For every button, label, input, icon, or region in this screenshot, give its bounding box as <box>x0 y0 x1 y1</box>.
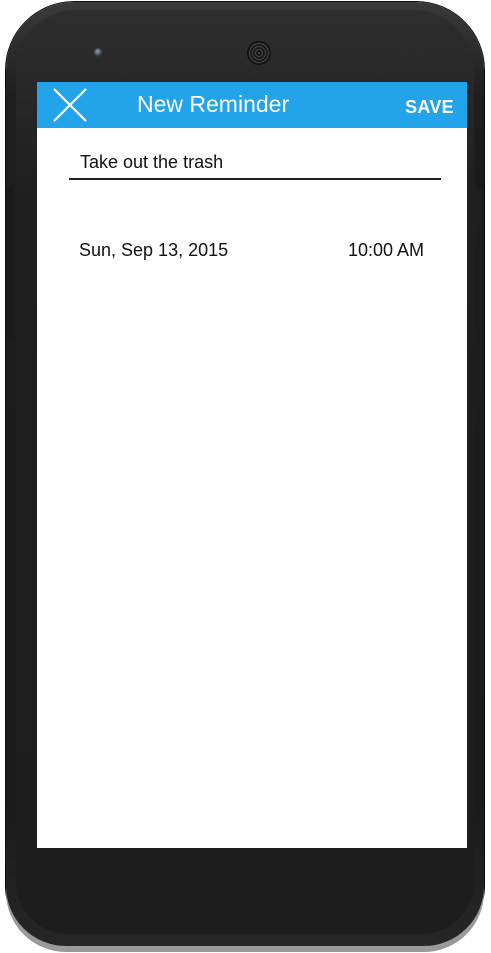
power-button <box>476 127 484 189</box>
close-button[interactable] <box>51 86 89 124</box>
date-picker[interactable]: Sun, Sep 13, 2015 <box>79 238 228 262</box>
save-button[interactable]: SAVE <box>405 96 454 118</box>
time-picker[interactable]: 10:00 AM <box>348 238 424 262</box>
app-screen: New Reminder SAVE Sun, Sep 13, 2015 10:0… <box>37 82 467 848</box>
reminder-text-input[interactable] <box>69 148 452 176</box>
close-x-icon <box>53 88 87 122</box>
earpiece-speaker <box>247 41 271 65</box>
light-sensor <box>417 50 422 55</box>
reminder-text-field <box>69 148 452 180</box>
front-camera-icon <box>94 48 103 57</box>
proximity-sensor <box>403 50 408 55</box>
app-bar: New Reminder SAVE <box>37 82 467 128</box>
volume-button <box>6 187 14 339</box>
page-title: New Reminder <box>137 91 290 117</box>
